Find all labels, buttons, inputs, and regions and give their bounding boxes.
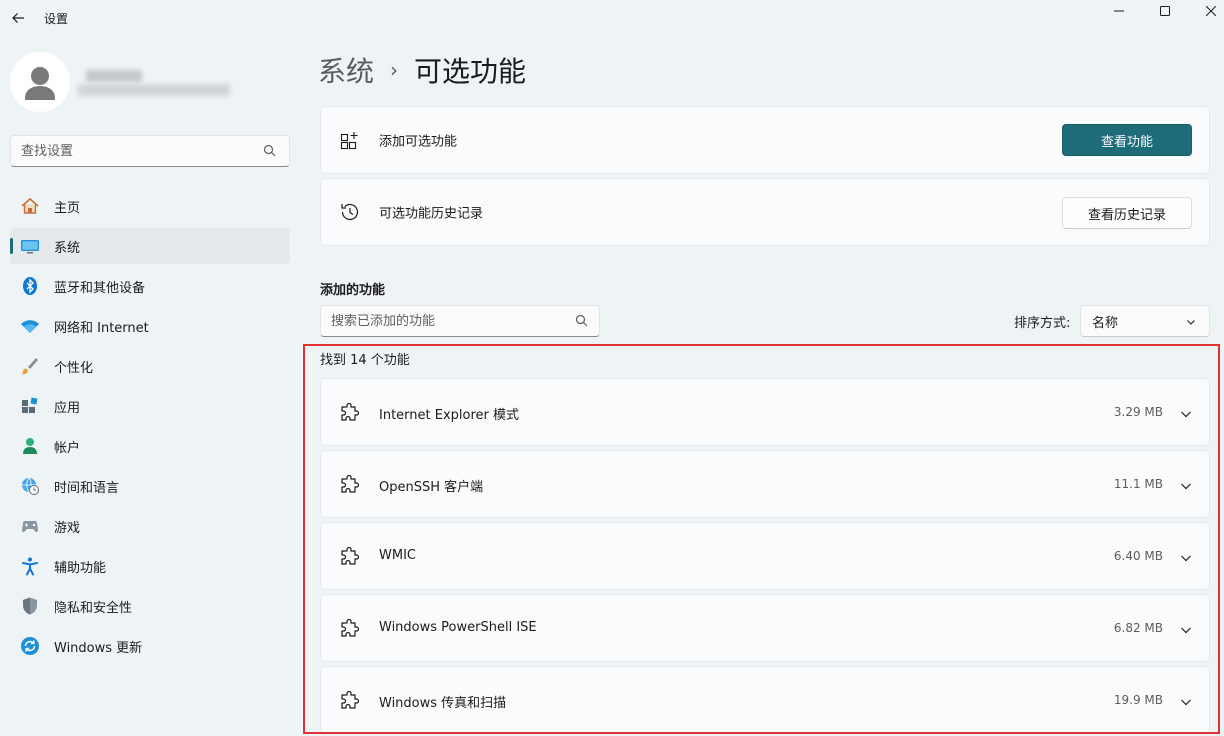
shield-icon — [20, 596, 40, 616]
sidebar-item-system[interactable]: 系统 — [10, 228, 290, 264]
puzzle-icon — [341, 618, 360, 637]
installed-search-input[interactable] — [321, 306, 561, 336]
breadcrumb: 系统 › 可选功能 — [318, 50, 526, 90]
gamepad-icon — [20, 516, 40, 536]
globe-clock-icon — [20, 476, 40, 496]
history-icon — [339, 201, 361, 223]
user-icon — [25, 67, 55, 100]
feature-name: Internet Explorer 模式 — [379, 408, 520, 423]
maximize-button[interactable] — [1142, 0, 1188, 22]
puzzle-icon — [341, 474, 360, 493]
apps-icon — [20, 396, 40, 416]
feature-size: 6.82 MB — [1113, 621, 1163, 635]
sidebar-item-gaming[interactable]: 游戏 — [10, 508, 290, 544]
feature-row[interactable]: WMIC 6.40 MB — [320, 522, 1210, 590]
chevron-down-icon[interactable] — [1179, 407, 1193, 421]
sidebar-item-accessibility[interactable]: 辅助功能 — [10, 548, 290, 584]
sort-label: 排序方式: — [1014, 316, 1071, 331]
feature-size: 19.9 MB — [1113, 693, 1163, 707]
feature-name: Windows 传真和扫描 — [379, 696, 507, 711]
puzzle-icon — [341, 402, 360, 421]
title-bar: 设置 — [0, 0, 1224, 36]
sidebar-item-apps[interactable]: 应用 — [10, 388, 290, 424]
section-title: 添加的功能 — [320, 283, 386, 298]
sidebar-item-windows-update[interactable]: Windows 更新 — [10, 628, 290, 664]
feature-row[interactable]: Windows 传真和扫描 19.9 MB — [320, 666, 1210, 734]
breadcrumb-separator: › — [390, 58, 399, 82]
feature-history-label: 可选功能历史记录 — [379, 206, 484, 222]
chevron-down-icon[interactable] — [1179, 479, 1193, 493]
search-icon[interactable] — [263, 144, 277, 158]
puzzle-icon — [341, 546, 360, 565]
settings-search-input[interactable] — [11, 136, 251, 166]
home-icon — [20, 196, 40, 216]
sidebar-item-network[interactable]: 网络和 Internet — [10, 308, 290, 344]
app-title: 设置 — [44, 12, 69, 26]
sidebar-item-label: 时间和语言 — [54, 480, 120, 496]
sort-value: 名称 — [1092, 315, 1119, 331]
feature-size: 3.29 MB — [1113, 405, 1163, 419]
feature-name: Windows PowerShell ISE — [379, 620, 537, 635]
sidebar-item-label: Windows 更新 — [54, 640, 143, 656]
chevron-down-icon[interactable] — [1179, 623, 1193, 637]
back-arrow-icon — [12, 13, 24, 23]
sidebar-item-label: 系统 — [54, 240, 81, 256]
feature-row[interactable]: Windows PowerShell ISE 6.82 MB — [320, 594, 1210, 662]
sidebar-item-time-language[interactable]: 时间和语言 — [10, 468, 290, 504]
system-icon — [20, 236, 40, 256]
close-icon — [1206, 6, 1216, 16]
feature-name: OpenSSH 客户端 — [379, 480, 484, 495]
sidebar-nav: 主页 系统 蓝牙和其他设备 网络和 Internet 个性化 应用 帐户 时间和… — [10, 188, 290, 668]
sidebar-item-personalization[interactable]: 个性化 — [10, 348, 290, 384]
sidebar-item-label: 个性化 — [54, 360, 94, 376]
minimize-button[interactable] — [1096, 0, 1142, 22]
page-title: 可选功能 — [414, 55, 527, 88]
accessibility-icon — [20, 556, 40, 576]
sidebar-item-label: 隐私和安全性 — [54, 600, 133, 616]
feature-size: 11.1 MB — [1113, 477, 1163, 491]
add-feature-label: 添加可选功能 — [379, 134, 458, 150]
avatar[interactable] — [10, 52, 70, 112]
add-feature-card: 添加可选功能 查看功能 — [320, 106, 1210, 174]
add-feature-icon — [339, 129, 361, 151]
sidebar-item-home[interactable]: 主页 — [10, 188, 290, 224]
sidebar-item-accounts[interactable]: 帐户 — [10, 428, 290, 464]
breadcrumb-parent[interactable]: 系统 — [318, 50, 374, 90]
search-icon[interactable] — [575, 314, 589, 328]
sidebar-item-label: 游戏 — [54, 520, 81, 536]
feature-row[interactable]: OpenSSH 客户端 11.1 MB — [320, 450, 1210, 518]
feature-size: 6.40 MB — [1113, 549, 1163, 563]
back-button[interactable] — [6, 6, 30, 30]
feature-name: WMIC — [379, 548, 416, 563]
sidebar-item-label: 辅助功能 — [54, 560, 107, 576]
chevron-down-icon[interactable] — [1179, 551, 1193, 565]
sidebar-item-label: 蓝牙和其他设备 — [54, 280, 146, 296]
sidebar-item-bluetooth[interactable]: 蓝牙和其他设备 — [10, 268, 290, 304]
sidebar-item-privacy[interactable]: 隐私和安全性 — [10, 588, 290, 624]
close-button[interactable] — [1188, 0, 1224, 22]
sidebar-item-label: 网络和 Internet — [54, 320, 149, 336]
maximize-icon — [1160, 6, 1170, 16]
sidebar-item-label: 主页 — [54, 200, 81, 216]
minimize-icon — [1114, 10, 1124, 12]
view-features-button[interactable]: 查看功能 — [1062, 124, 1192, 156]
account-icon — [20, 436, 40, 456]
bluetooth-icon — [20, 276, 40, 296]
puzzle-icon — [341, 690, 360, 709]
view-history-button[interactable]: 查看历史记录 — [1062, 197, 1192, 229]
sort-dropdown[interactable]: 名称 — [1080, 305, 1210, 337]
feature-row[interactable]: Internet Explorer 模式 3.29 MB — [320, 378, 1210, 446]
sidebar-item-label: 应用 — [54, 400, 81, 416]
settings-search-box — [10, 135, 290, 167]
chevron-down-icon — [1187, 320, 1195, 325]
wifi-icon — [20, 316, 40, 336]
sidebar-item-label: 帐户 — [54, 440, 81, 456]
found-count: 找到 14 个功能 — [320, 353, 410, 368]
chevron-down-icon[interactable] — [1179, 695, 1193, 709]
brush-icon — [20, 356, 40, 376]
update-icon — [20, 636, 40, 656]
installed-search-box — [320, 305, 600, 337]
feature-history-card: 可选功能历史记录 查看历史记录 — [320, 178, 1210, 246]
